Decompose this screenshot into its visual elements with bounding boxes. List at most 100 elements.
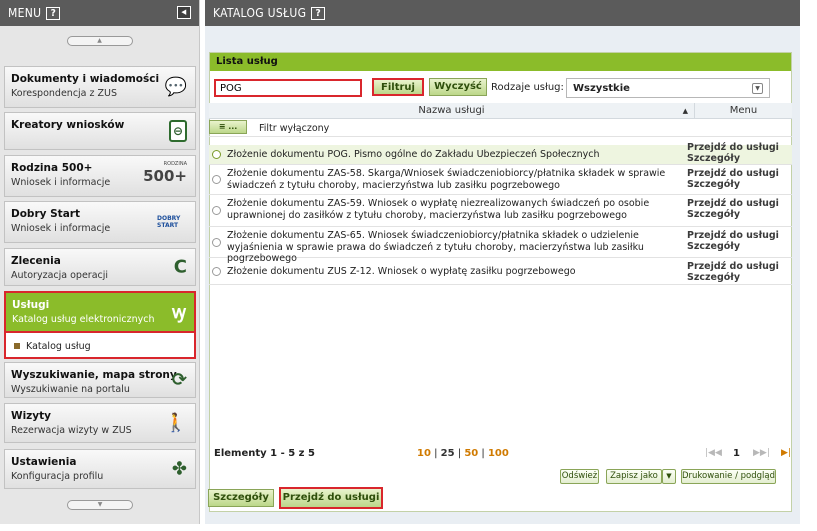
service-type-select[interactable]: Wszystkie ▼ <box>566 78 770 98</box>
details-button[interactable]: Szczegóły <box>208 489 274 507</box>
page-size-100[interactable]: 100 <box>488 448 509 459</box>
sidebar-subitem-katalog-uslug[interactable]: Katalog usług <box>4 333 196 359</box>
dobry-start-logo: DOBRY START <box>157 215 187 229</box>
sidebar-item-title: Zlecenia <box>11 255 61 267</box>
row-menu: Przejdź do usługi Szczegóły <box>687 198 779 220</box>
row-details-link[interactable]: Szczegóły <box>687 179 740 190</box>
speech-bubble-icon: 💬 <box>164 76 187 98</box>
row-radio[interactable] <box>212 150 221 159</box>
sidebar-item-subtitle: Rezerwacja wizyty w ZUS <box>11 425 132 436</box>
rodzina-logo-small: RODZINA <box>163 161 187 167</box>
page-help-icon[interactable]: ? <box>311 6 326 20</box>
search-input[interactable] <box>214 79 362 97</box>
row-goto-link[interactable]: Przejdź do usługi <box>687 261 779 272</box>
row-menu: Przejdź do usługi Szczegóły <box>687 168 779 190</box>
sidebar-item-subtitle: Katalog usług elektronicznych <box>12 314 155 325</box>
row-menu: Przejdź do usługi Szczegóły <box>687 261 779 283</box>
table-row[interactable]: Złożenie dokumentu ZUS Z-12. Wniosek o w… <box>209 258 792 285</box>
filter-button[interactable]: Filtruj <box>372 78 424 96</box>
clear-button[interactable]: Wyczyść <box>429 78 487 96</box>
sidebar-item-2[interactable]: Rodzina 500+ Wniosek i informacje RODZINA 5… <box>4 155 196 197</box>
filter-icon: ≡ <box>218 122 226 131</box>
page-size-50[interactable]: 50 <box>464 448 478 459</box>
sidebar-item-6[interactable]: Wyszukiwanie, mapa strony Wyszukiwanie na… <box>4 362 196 398</box>
last-page-icon[interactable]: ▶| <box>781 448 791 458</box>
row-details-link[interactable]: Szczegóły <box>687 153 740 164</box>
column-name-label: Nazwa usługi <box>418 105 485 116</box>
document-wizard-icon: ⊖ <box>169 120 187 142</box>
row-service-name: Złożenie dokumentu ZUS Z-12. Wniosek o w… <box>227 265 576 277</box>
sidebar-item-3[interactable]: Dobry Start Wniosek i informacje DOBRY STA… <box>4 201 196 243</box>
sidebar-item-title: Kreatory wniosków <box>11 119 125 131</box>
table-row[interactable]: Złożenie dokumentu POG. Pismo ogólne do … <box>209 142 792 165</box>
filter-toggle-button[interactable]: ≡ ... <box>209 120 247 134</box>
filter-row: ≡ ... Filtr wyłączony <box>209 120 792 137</box>
dobry-start-logo-text: DOBRY START <box>157 215 181 229</box>
table-row[interactable]: Złożenie dokumentu ZAS-58. Skarga/Wniose… <box>209 165 792 195</box>
row-goto-link[interactable]: Przejdź do usługi <box>687 198 779 209</box>
sidebar-item-7[interactable]: Wizyty Rezerwacja wizyty w ZUS 🚶 <box>4 403 196 443</box>
print-preview-button[interactable]: Drukowanie / podgląd <box>681 469 776 484</box>
row-menu: Przejdź do usługi Szczegóły <box>687 230 779 252</box>
page-title: KATALOG USŁUG <box>213 6 307 20</box>
first-page-icon[interactable]: |◀◀ <box>705 448 722 458</box>
refresh-button[interactable]: Odśwież <box>560 469 599 484</box>
filter-status: Filtr wyłączony <box>259 123 330 134</box>
row-radio[interactable] <box>212 237 221 247</box>
row-goto-link[interactable]: Przejdź do usługi <box>687 230 779 241</box>
row-service-name: Złożenie dokumentu ZAS-58. Skarga/Wniose… <box>227 168 666 191</box>
next-page-icon[interactable]: ▶▶| <box>753 448 770 458</box>
row-menu: Przejdź do usługi Szczegóły <box>687 142 779 164</box>
row-goto-link[interactable]: Przejdź do usługi <box>687 168 779 179</box>
sidebar-item-1[interactable]: Kreatory wniosków ⊖ <box>4 112 196 150</box>
sidebar-item-8[interactable]: Ustawienia Konfiguracja profilu ✤ <box>4 449 196 489</box>
bullet-icon <box>14 343 20 349</box>
row-radio[interactable] <box>212 175 221 184</box>
column-header-name[interactable]: Nazwa usługi ▲ <box>209 103 694 119</box>
collapse-sidebar-icon[interactable]: ◀ <box>177 6 191 19</box>
scroll-up-button[interactable]: ▲ <box>66 36 133 46</box>
sync-icon: ⟳ <box>171 369 187 391</box>
save-as-button[interactable]: Zapisz jako <box>606 469 662 484</box>
row-radio[interactable] <box>212 266 221 276</box>
pager-info: Elementy 1 - 5 z 5 <box>214 448 315 459</box>
walking-person-icon: 🚶 <box>164 412 187 434</box>
sort-asc-icon: ▲ <box>682 107 688 115</box>
sidebar-item-0[interactable]: Dokumenty i wiadomości Korespondencja z Z… <box>4 66 196 108</box>
puzzle-icon: ✤ <box>171 458 187 480</box>
goto-service-button[interactable]: Przejdź do usługi <box>279 487 383 509</box>
page-size-selector: 10 | 25 | 50 | 100 <box>417 448 509 459</box>
sidebar-item-4[interactable]: Zlecenia Autoryzacja operacji C <box>4 248 196 286</box>
sidebar-item-subtitle: Korespondencja z ZUS <box>11 88 118 99</box>
current-page: 1 <box>733 448 740 459</box>
sidebar-header: MENU ? ◀ <box>0 0 199 26</box>
row-details-link[interactable]: Szczegóły <box>687 241 740 252</box>
table-row[interactable]: Złożenie dokumentu ZAS-65. Wniosek świad… <box>209 227 792 264</box>
main-header: KATALOG USŁUG ? <box>205 0 800 26</box>
sidebar-item-subtitle: Wyszukiwanie na portalu <box>11 384 130 395</box>
sidebar-item-subtitle: Konfiguracja profilu <box>11 471 104 482</box>
row-details-link[interactable]: Szczegóły <box>687 272 740 283</box>
sidebar-help-icon[interactable]: ? <box>46 6 61 20</box>
chevron-down-icon: ▼ <box>752 83 763 94</box>
page-size-10[interactable]: 10 <box>417 448 431 459</box>
sidebar-item-5[interactable]: Usługi Katalog usług elektronicznych ꝡ <box>4 291 196 333</box>
row-radio[interactable] <box>212 206 221 215</box>
row-details-link[interactable]: Szczegóły <box>687 209 740 220</box>
services-icon: ꝡ <box>172 302 186 323</box>
page-size-25[interactable]: 25 <box>441 448 455 459</box>
rodzina-500-logo: RODZINA 500+ <box>143 161 187 185</box>
row-goto-link[interactable]: Przejdź do usługi <box>687 142 779 153</box>
scroll-down-button[interactable]: ▼ <box>67 500 133 510</box>
column-header-menu: Menu <box>694 103 792 119</box>
column-menu-label: Menu <box>729 105 758 116</box>
table-row[interactable]: Złożenie dokumentu ZAS-59. Wniosek o wyp… <box>209 195 792 227</box>
refresh-arrow-icon: C <box>173 256 187 278</box>
sidebar-item-title: Dokumenty i wiadomości <box>11 73 160 85</box>
subitem-label: Katalog usług <box>26 341 91 352</box>
sidebar-item-title: Wizyty <box>11 410 52 422</box>
save-as-dropdown-icon[interactable]: ▼ <box>662 469 676 484</box>
sidebar-item-subtitle: Autoryzacja operacji <box>11 270 109 281</box>
panel-title: Lista usług <box>210 53 791 71</box>
sidebar-item-title: Ustawienia <box>11 456 77 468</box>
